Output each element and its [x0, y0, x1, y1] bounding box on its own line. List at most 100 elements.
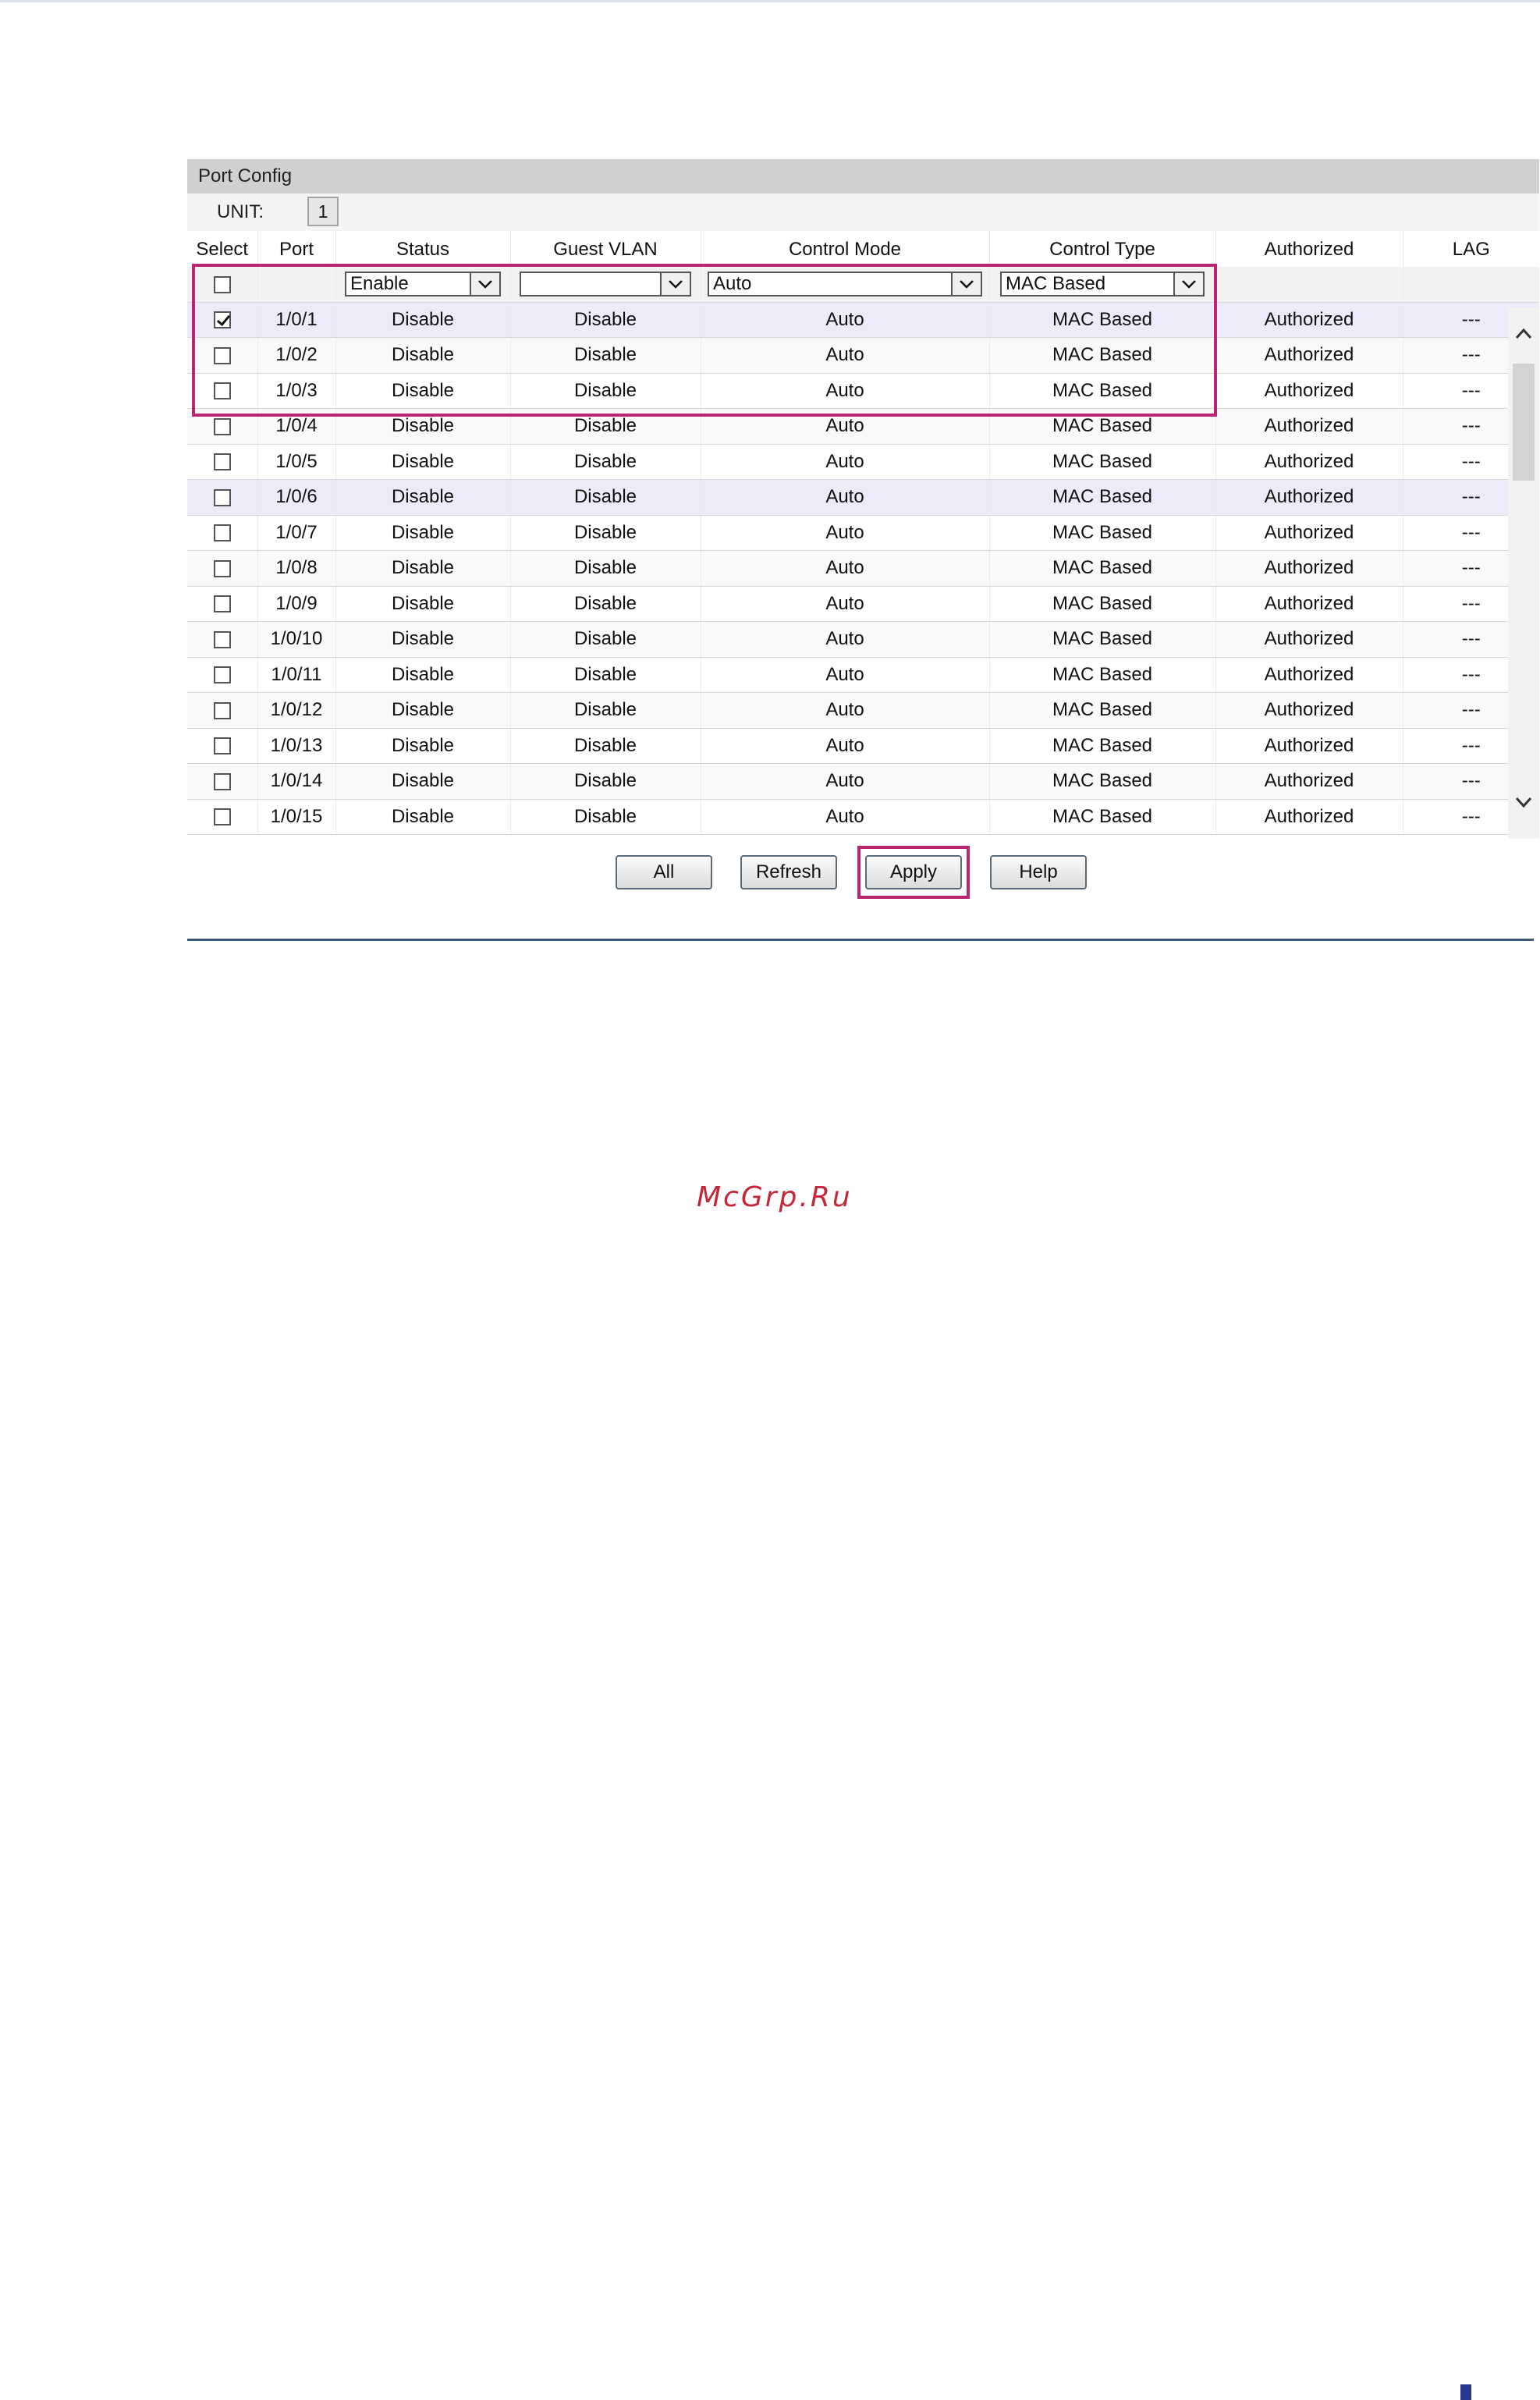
- authorized-cell: Authorized: [1215, 550, 1403, 587]
- row-select-checkbox[interactable]: [213, 666, 231, 684]
- control-mode-cell: Auto: [700, 337, 989, 374]
- table-row[interactable]: 1/0/1 Disable Disable Auto MAC Based Authoriz…: [187, 302, 1539, 338]
- port-cell: 1/0/5: [257, 444, 335, 480]
- refresh-button[interactable]: Refresh: [740, 855, 837, 889]
- filter-row: Enable Auto MAC Based: [187, 267, 1539, 303]
- authorized-cell: Authorized: [1215, 799, 1403, 835]
- section-divider: [187, 939, 1534, 941]
- control-type-cell: MAC Based: [988, 479, 1215, 516]
- all-button[interactable]: All: [616, 855, 712, 889]
- port-cell: 1/0/12: [257, 692, 335, 729]
- row-select-checkbox[interactable]: [213, 417, 231, 435]
- status-cell: Disable: [335, 515, 510, 551]
- control-type-filter-select[interactable]: MAC Based: [1000, 272, 1205, 297]
- status-cell: Disable: [335, 408, 510, 445]
- status-cell: Disable: [335, 550, 510, 587]
- table-row[interactable]: 1/0/11 Disable Disable Auto MAC Based Authori…: [187, 657, 1539, 693]
- authorized-cell: Authorized: [1215, 621, 1403, 658]
- table-row[interactable]: 1/0/14 Disable Disable Auto MAC Based Authori…: [187, 763, 1539, 800]
- chevron-down-icon: [660, 273, 690, 296]
- row-select-checkbox[interactable]: [213, 595, 231, 613]
- table-row[interactable]: 1/0/3 Disable Disable Auto MAC Based Authoriz…: [187, 373, 1539, 409]
- row-select-checkbox[interactable]: [213, 701, 231, 719]
- authorized-cell: Authorized: [1215, 479, 1403, 516]
- watermark: McGrp.Ru: [697, 1181, 853, 1213]
- control-type-cell: MAC Based: [988, 586, 1215, 622]
- help-button[interactable]: Help: [990, 855, 1087, 889]
- authorized-cell: Authorized: [1215, 337, 1403, 374]
- col-lag: LAG: [1402, 231, 1539, 267]
- guest-vlan-cell: Disable: [509, 302, 701, 338]
- control-type-cell: MAC Based: [988, 799, 1215, 835]
- row-select-checkbox[interactable]: [213, 808, 231, 826]
- control-mode-filter-select[interactable]: Auto: [708, 272, 982, 297]
- row-select-checkbox[interactable]: [213, 737, 231, 755]
- status-filter-select[interactable]: Enable: [345, 272, 501, 297]
- control-type-cell: MAC Based: [988, 692, 1215, 729]
- page-marker: [1460, 2384, 1471, 2400]
- table-row[interactable]: 1/0/6 Disable Disable Auto MAC Based Authoriz…: [187, 479, 1539, 516]
- status-cell: Disable: [335, 337, 510, 374]
- control-type-cell: MAC Based: [988, 408, 1215, 445]
- control-mode-cell: Auto: [700, 728, 989, 764]
- status-cell: Disable: [335, 799, 510, 835]
- port-cell: 1/0/14: [257, 763, 335, 800]
- table-row[interactable]: 1/0/4 Disable Disable Auto MAC Based Authoriz…: [187, 408, 1539, 445]
- unit-selector[interactable]: 1: [307, 197, 339, 226]
- status-cell: Disable: [335, 763, 510, 800]
- guest-vlan-cell: Disable: [509, 408, 701, 445]
- table-row[interactable]: 1/0/8 Disable Disable Auto MAC Based Authoriz…: [187, 550, 1539, 587]
- table-row[interactable]: 1/0/13 Disable Disable Auto MAC Based Authori…: [187, 728, 1539, 764]
- port-cell: 1/0/4: [257, 408, 335, 445]
- table-row[interactable]: 1/0/10 Disable Disable Auto MAC Based Authori…: [187, 621, 1539, 658]
- row-select-checkbox[interactable]: [213, 524, 231, 542]
- apply-button[interactable]: Apply: [865, 855, 962, 889]
- row-select-checkbox[interactable]: [213, 311, 231, 329]
- status-cell: Disable: [335, 728, 510, 764]
- guest-vlan-filter-select[interactable]: [520, 272, 691, 297]
- guest-vlan-cell: Disable: [509, 763, 701, 800]
- row-select-checkbox[interactable]: [213, 630, 231, 648]
- status-cell: Disable: [335, 586, 510, 622]
- guest-vlan-cell: Disable: [509, 479, 701, 516]
- row-select-checkbox[interactable]: [213, 346, 231, 364]
- col-select: Select: [187, 231, 257, 267]
- row-select-checkbox[interactable]: [213, 559, 231, 577]
- port-cell: 1/0/13: [257, 728, 335, 764]
- table-row[interactable]: 1/0/15 Disable Disable Auto MAC Based Authori…: [187, 799, 1539, 835]
- status-cell: Disable: [335, 444, 510, 480]
- table-scrollbar[interactable]: [1508, 307, 1539, 839]
- port-cell: 1/0/6: [257, 479, 335, 516]
- row-select-checkbox[interactable]: [213, 772, 231, 790]
- authorized-cell: Authorized: [1215, 373, 1403, 409]
- guest-vlan-cell: Disable: [509, 550, 701, 587]
- col-guest-vlan: Guest VLAN: [509, 231, 701, 267]
- table-row[interactable]: 1/0/12 Disable Disable Auto MAC Based Authori…: [187, 692, 1539, 729]
- port-cell: 1/0/10: [257, 621, 335, 658]
- guest-vlan-cell: Disable: [509, 799, 701, 835]
- control-type-cell: MAC Based: [988, 302, 1215, 338]
- port-cell: 1/0/9: [257, 586, 335, 622]
- status-cell: Disable: [335, 373, 510, 409]
- row-select-checkbox[interactable]: [213, 382, 231, 400]
- col-port: Port: [257, 231, 335, 267]
- row-select-checkbox[interactable]: [213, 488, 231, 506]
- control-mode-cell: Auto: [700, 586, 989, 622]
- guest-vlan-cell: Disable: [509, 586, 701, 622]
- select-all-checkbox[interactable]: [213, 275, 231, 293]
- control-mode-cell: Auto: [700, 763, 989, 800]
- chevron-up-icon[interactable]: [1513, 323, 1535, 345]
- table-row[interactable]: 1/0/7 Disable Disable Auto MAC Based Authoriz…: [187, 515, 1539, 551]
- control-type-cell: MAC Based: [988, 337, 1215, 374]
- port-cell: 1/0/8: [257, 550, 335, 587]
- table-row[interactable]: 1/0/9 Disable Disable Auto MAC Based Authoriz…: [187, 586, 1539, 622]
- port-cell: 1/0/7: [257, 515, 335, 551]
- control-mode-cell: Auto: [700, 408, 989, 445]
- guest-vlan-cell: Disable: [509, 692, 701, 729]
- row-select-checkbox[interactable]: [213, 453, 231, 471]
- table-row[interactable]: 1/0/5 Disable Disable Auto MAC Based Authoriz…: [187, 444, 1539, 480]
- port-cell: 1/0/2: [257, 337, 335, 374]
- scrollbar-thumb[interactable]: [1513, 364, 1535, 481]
- table-row[interactable]: 1/0/2 Disable Disable Auto MAC Based Authoriz…: [187, 337, 1539, 374]
- chevron-down-icon[interactable]: [1513, 791, 1535, 813]
